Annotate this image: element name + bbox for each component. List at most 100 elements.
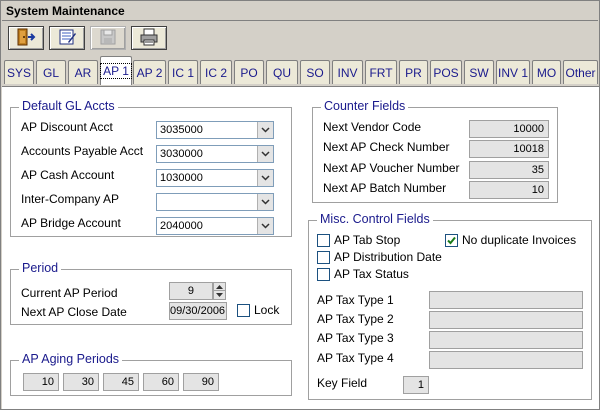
lock-checkbox[interactable] [237, 303, 250, 317]
aging-period-2[interactable]: 30 [63, 373, 99, 391]
tab-ic2[interactable]: IC 2 [200, 60, 232, 84]
ap-distribution-date-checkbox[interactable] [317, 250, 330, 264]
tab-inv[interactable]: INV [332, 60, 363, 84]
tab-ic1[interactable]: IC 1 [168, 60, 198, 84]
tab-qu[interactable]: QU [266, 60, 298, 84]
current-ap-period-spinner[interactable]: 9 [169, 282, 213, 300]
lock-checkbox-row[interactable]: Lock [237, 303, 279, 317]
next-ap-close-date-field[interactable]: 09/30/2006 [169, 302, 227, 320]
tab-label: QU [273, 65, 291, 80]
save-disk-icon [99, 28, 117, 49]
group-title: Default GL Accts [19, 99, 118, 113]
tab-frt[interactable]: FRT [365, 60, 397, 84]
next-vendor-code-field[interactable]: 10000 [469, 120, 549, 138]
aging-period-3[interactable]: 45 [103, 373, 139, 391]
tab-sw[interactable]: SW [464, 60, 494, 84]
tab-label: IC 2 [204, 65, 227, 80]
ap-tax-type-4-label: AP Tax Type 4 [317, 351, 394, 365]
tab-label: AR [74, 65, 92, 80]
tab-label: PO [240, 65, 258, 80]
chevron-down-icon[interactable] [257, 146, 273, 162]
aging-group: AP Aging Periods 10 30 45 60 90 [10, 352, 292, 396]
spin-down-icon[interactable] [214, 291, 225, 299]
ap-distribution-date-label: AP Distribution Date [334, 250, 442, 264]
tab-gl[interactable]: GL [36, 60, 66, 84]
edit-button[interactable] [49, 26, 85, 50]
ap-distribution-date-row[interactable]: AP Distribution Date [317, 250, 442, 264]
exit-button[interactable] [8, 26, 44, 50]
ap-tax-status-checkbox[interactable] [317, 267, 330, 281]
ap-tax-type-4-field[interactable] [429, 351, 583, 369]
ap-tab-stop-checkbox[interactable] [317, 233, 330, 247]
select-value: 2040000 [160, 220, 203, 232]
spin-up-icon[interactable] [214, 283, 225, 291]
ap-tax-type-2-field[interactable] [429, 311, 583, 329]
misc-control-group: Misc. Control Fields AP Tab Stop No dupl… [308, 212, 592, 400]
current-ap-period-label: Current AP Period [21, 286, 118, 300]
no-duplicate-row[interactable]: No duplicate Invoices [445, 233, 576, 247]
tab-strip: SYS GL AR AP 1 AP 2 IC 1 IC 2 PO QU SO I… [2, 54, 599, 90]
no-duplicate-checkbox[interactable] [445, 233, 458, 247]
tab-sys[interactable]: SYS [4, 60, 34, 84]
key-field-value[interactable]: 1 [403, 376, 429, 394]
ap-discount-select[interactable]: 3035000 [156, 121, 274, 139]
ap-tab-stop-row[interactable]: AP Tab Stop [317, 233, 400, 247]
default-gl-group: Default GL Accts AP Discount Acct 303500… [10, 99, 292, 237]
checkmark-icon [447, 236, 456, 244]
chevron-down-icon[interactable] [257, 122, 273, 138]
next-voucher-number-field[interactable]: 35 [469, 161, 549, 179]
aging-period-1[interactable]: 10 [23, 373, 59, 391]
ap-bridge-label: AP Bridge Account [21, 216, 121, 230]
tab-ap1[interactable]: AP 1 [100, 56, 132, 85]
ap-tax-status-row[interactable]: AP Tax Status [317, 267, 409, 281]
next-check-number-label: Next AP Check Number [323, 140, 450, 154]
group-title: Misc. Control Fields [317, 212, 433, 226]
select-value: 1030000 [160, 172, 203, 184]
group-title: AP Aging Periods [19, 352, 123, 366]
tab-label: SO [306, 65, 324, 80]
accounts-payable-select[interactable]: 3030000 [156, 145, 274, 163]
print-button[interactable] [131, 26, 167, 50]
aging-period-4[interactable]: 60 [143, 373, 179, 391]
lock-label: Lock [254, 303, 280, 317]
ap-cash-select[interactable]: 1030000 [156, 169, 274, 187]
ap-tax-type-2-label: AP Tax Type 2 [317, 312, 394, 326]
tab-label: POS [433, 65, 459, 80]
notebook-edit-icon [57, 28, 77, 49]
spinner-arrows[interactable] [213, 282, 226, 300]
inter-company-select[interactable] [156, 193, 274, 211]
tab-label: MO [536, 65, 557, 80]
chevron-down-icon[interactable] [257, 170, 273, 186]
tab-inv1[interactable]: INV 1 [496, 60, 530, 84]
aging-period-5[interactable]: 90 [183, 373, 219, 391]
next-batch-number-field[interactable]: 10 [469, 181, 549, 199]
next-check-number-field[interactable]: 10018 [469, 140, 549, 158]
chevron-down-icon[interactable] [257, 194, 273, 210]
tab-mo[interactable]: MO [532, 60, 561, 84]
tab-label: Other [565, 65, 596, 80]
tab-po[interactable]: PO [234, 60, 264, 84]
tab-other[interactable]: Other [563, 60, 598, 84]
tab-label: INV [337, 65, 358, 80]
select-value: 3035000 [160, 124, 203, 136]
ap-tab-stop-label: AP Tab Stop [334, 233, 401, 247]
ap-tax-type-3-label: AP Tax Type 3 [317, 331, 394, 345]
save-button[interactable] [90, 26, 126, 50]
ap-tax-status-label: AP Tax Status [334, 267, 409, 281]
tab-so[interactable]: SO [300, 60, 330, 84]
tab-ap2[interactable]: AP 2 [133, 60, 166, 84]
group-title: Counter Fields [321, 99, 409, 113]
ap-bridge-select[interactable]: 2040000 [156, 217, 274, 235]
chevron-down-icon[interactable] [257, 218, 273, 234]
counter-group: Counter Fields Next Vendor Code 10000 Ne… [312, 99, 558, 203]
tab-label: SYS [6, 65, 31, 80]
tab-pos[interactable]: POS [430, 60, 462, 84]
key-field-label: Key Field [317, 376, 368, 390]
tab-label: FRT [369, 65, 393, 80]
tab-pr[interactable]: PR [399, 60, 428, 84]
toolbar [2, 22, 598, 54]
ap-tax-type-1-field[interactable] [429, 291, 583, 309]
ap-tax-type-3-field[interactable] [429, 331, 583, 349]
tab-panel-ap1: Default GL Accts AP Discount Acct 303500… [2, 86, 599, 409]
tab-ar[interactable]: AR [68, 60, 98, 84]
